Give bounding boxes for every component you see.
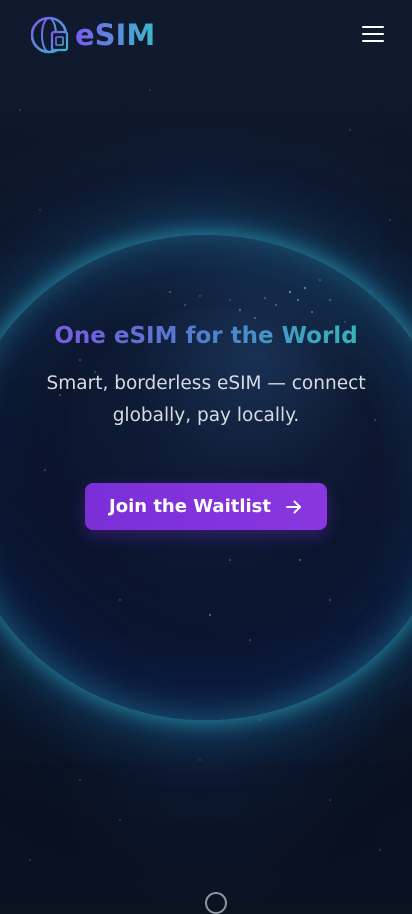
site-header: eSIM: [0, 0, 412, 72]
hamburger-menu-icon[interactable]: [358, 20, 388, 48]
brand-name: eSIM: [75, 18, 156, 52]
hero-subtitle: Smart, borderless eSIM — connect globall…: [46, 373, 366, 426]
hero-section: One eSIM for the World Smart, borderless…: [0, 318, 412, 432]
arrow-right-icon: [286, 500, 301, 513]
join-waitlist-button[interactable]: Join the Waitlist: [85, 483, 327, 530]
brand-logo[interactable]: eSIM: [31, 15, 155, 55]
globe-sim-icon: [31, 16, 69, 54]
hero-title: One eSIM for the World: [54, 318, 357, 354]
scroll-down-indicator[interactable]: [205, 892, 227, 914]
hero-background: [0, 0, 412, 903]
starfield: [19, 89, 391, 861]
join-waitlist-label: Join the Waitlist: [109, 496, 271, 517]
